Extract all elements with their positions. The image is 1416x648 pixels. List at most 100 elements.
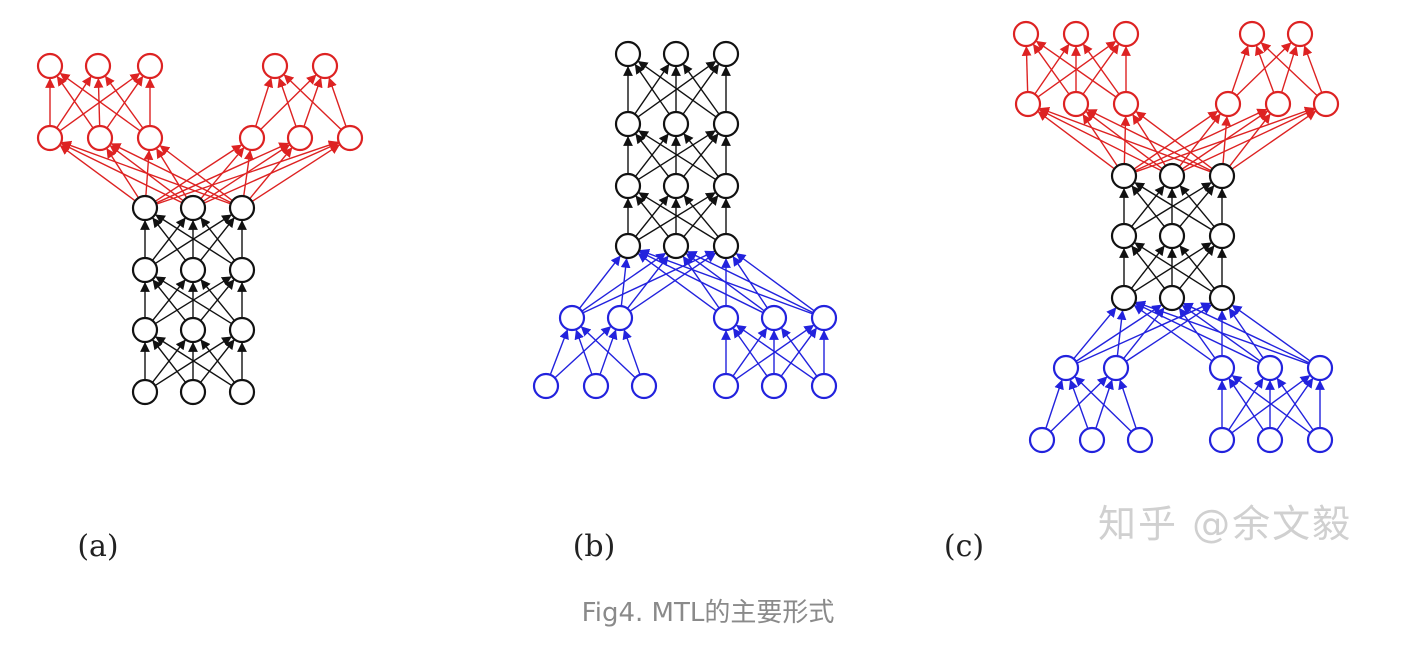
shared-node: [228, 378, 256, 406]
shared-node: [662, 232, 690, 260]
task-output-node: [1238, 20, 1266, 48]
task-output-edge: [60, 143, 183, 204]
task-input-node: [760, 372, 788, 400]
watermark: 知乎 @余文毅: [1098, 502, 1353, 546]
task-input-node: [1078, 426, 1106, 454]
task-input-node: [1052, 354, 1080, 382]
task-input-edge: [1118, 379, 1137, 429]
panel-c-label: (c): [944, 529, 984, 564]
shared-node: [131, 316, 159, 344]
shared-node: [662, 40, 690, 68]
task-output-edge: [1182, 108, 1316, 172]
task-input-node: [712, 304, 740, 332]
shared-node: [1110, 284, 1138, 312]
shared-node: [1208, 284, 1236, 312]
task-input-edge: [626, 255, 669, 309]
panel-a-label: (a): [77, 529, 118, 564]
shared-node: [614, 40, 642, 68]
shared-node: [179, 194, 207, 222]
shared-node: [1110, 162, 1138, 190]
task-output-node: [311, 52, 339, 80]
task-output-node: [36, 52, 64, 80]
task-output-node: [1112, 20, 1140, 48]
task-output-edge: [1255, 45, 1275, 93]
task-output-edge: [283, 74, 342, 131]
task-output-edge: [1228, 113, 1271, 167]
task-input-edge: [580, 326, 636, 379]
task-input-node: [810, 372, 838, 400]
shared-node: [662, 172, 690, 200]
task-input-node: [1208, 354, 1236, 382]
task-output-edge: [277, 77, 297, 127]
task-input-node: [1256, 426, 1284, 454]
task-output-edge: [59, 145, 136, 202]
task-input-edge: [638, 251, 764, 314]
task-output-node: [336, 124, 364, 152]
shared-node: [228, 256, 256, 284]
shared-node: [712, 40, 740, 68]
task-output-edge: [200, 147, 245, 200]
shared-node: [614, 110, 642, 138]
shared-node: [1158, 222, 1186, 250]
task-output-node: [1312, 90, 1340, 118]
task-input-node: [760, 304, 788, 332]
shared-node: [179, 316, 207, 344]
task-input-edge: [1231, 304, 1311, 362]
mtl-figure: (a) (b) (c): [36, 20, 1340, 564]
shared-node: [712, 172, 740, 200]
task-input-node: [582, 372, 610, 400]
shared-node: [179, 378, 207, 406]
task-input-node: [606, 304, 634, 332]
task-input-node: [558, 304, 586, 332]
shared-node: [1208, 162, 1236, 190]
shared-node: [662, 110, 690, 138]
shared-node: [712, 110, 740, 138]
task-output-node: [261, 52, 289, 80]
task-input-node: [1126, 426, 1154, 454]
panel-b-label: (b): [573, 529, 616, 564]
shared-node: [228, 194, 256, 222]
task-output-node: [86, 124, 114, 152]
task-input-node: [532, 372, 560, 400]
shared-node: [614, 172, 642, 200]
task-output-node: [1286, 20, 1314, 48]
figure-caption: Fig4. MTL的主要形式: [581, 598, 835, 628]
task-input-node: [1102, 354, 1130, 382]
panel-c-diagram: [1012, 20, 1340, 454]
task-output-edge: [110, 143, 232, 204]
task-output-node: [1112, 90, 1140, 118]
task-input-edge: [1075, 304, 1162, 362]
shared-node: [131, 378, 159, 406]
task-output-node: [136, 124, 164, 152]
task-input-edge: [1073, 307, 1117, 360]
shared-node: [1158, 162, 1186, 190]
task-input-edge: [735, 253, 815, 312]
task-output-node: [286, 124, 314, 152]
task-output-edge: [327, 77, 347, 127]
task-output-edge: [1260, 42, 1318, 97]
task-output-node: [1062, 20, 1090, 48]
shared-node: [131, 194, 159, 222]
shared-node: [1110, 222, 1138, 250]
task-output-node: [238, 124, 266, 152]
shared-node: [614, 232, 642, 260]
task-output-edge: [254, 77, 274, 127]
task-input-node: [1306, 354, 1334, 382]
task-input-node: [712, 372, 740, 400]
task-input-edge: [578, 255, 621, 309]
task-input-edge: [1122, 307, 1165, 360]
shared-node: [228, 316, 256, 344]
task-output-node: [1012, 20, 1040, 48]
task-input-node: [1208, 426, 1236, 454]
task-output-edge: [1021, 46, 1032, 93]
shared-node: [179, 256, 207, 284]
shared-node: [131, 256, 159, 284]
task-input-edge: [1045, 379, 1064, 429]
task-input-node: [630, 372, 658, 400]
task-input-node: [1028, 426, 1056, 454]
task-input-edge: [637, 253, 717, 312]
panel-b-diagram: [532, 40, 838, 400]
task-input-edge: [574, 329, 593, 375]
shared-node: [712, 232, 740, 260]
task-output-edge: [1037, 111, 1115, 170]
